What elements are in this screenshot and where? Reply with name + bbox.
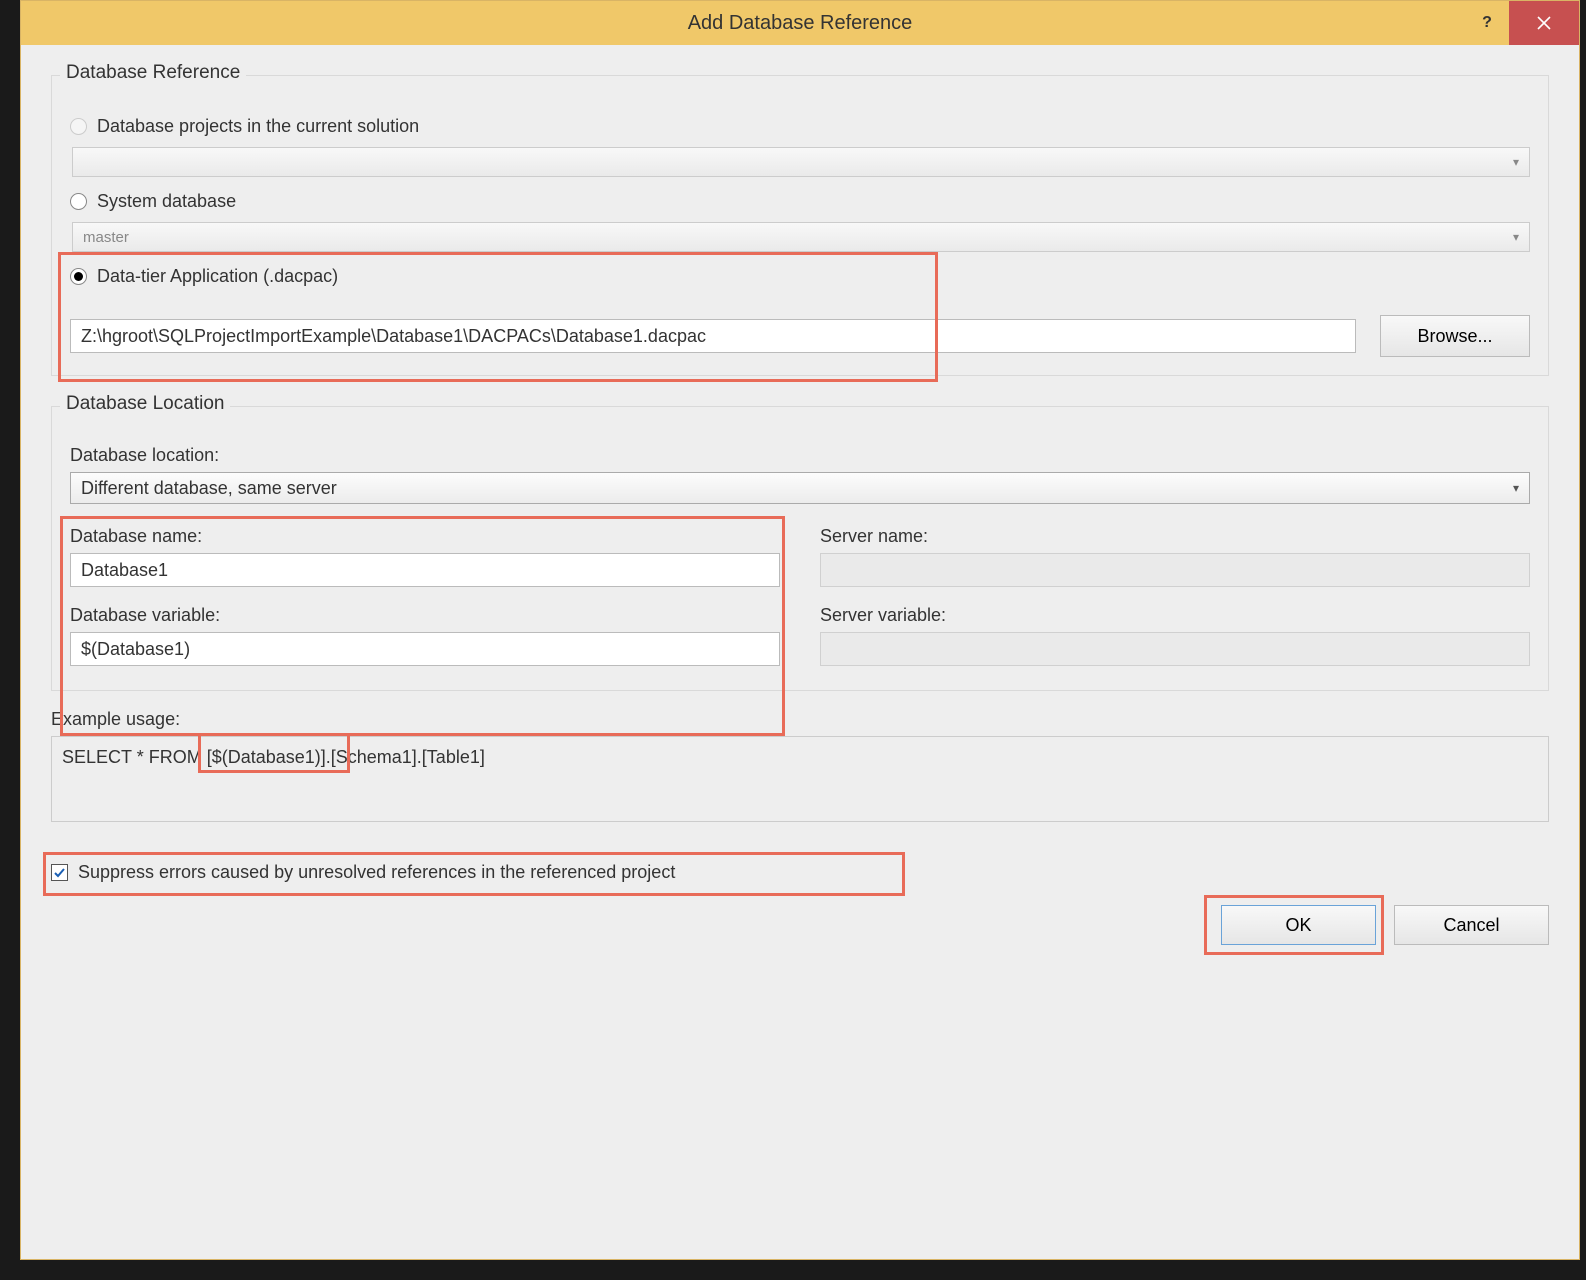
example-usage-label: Example usage: [51, 709, 1549, 730]
col-server: Server name: Server variable: [820, 526, 1530, 672]
radio-dacpac-label: Data-tier Application (.dacpac) [97, 266, 338, 287]
combo-projects: — ▾ [72, 147, 1530, 177]
dialog-title: Add Database Reference [688, 12, 913, 35]
radio-projects-label: Database projects in the current solutio… [97, 116, 419, 137]
radio-row-dacpac[interactable]: Data-tier Application (.dacpac) [70, 266, 1530, 287]
db-variable-input[interactable] [70, 632, 780, 666]
chevron-down-icon: ▾ [1513, 155, 1519, 169]
suppress-errors-label: Suppress errors caused by unresolved ref… [78, 862, 675, 883]
db-name-label: Database name: [70, 526, 780, 547]
close-icon [1537, 16, 1551, 30]
suppress-errors-row[interactable]: Suppress errors caused by unresolved ref… [51, 862, 1549, 883]
radio-projects [70, 118, 87, 135]
radio-row-system[interactable]: System database [70, 191, 1530, 212]
dialog-add-database-reference: Add Database Reference ? Database Refere… [20, 0, 1580, 1260]
server-name-label: Server name: [820, 526, 1530, 547]
combo-db-location[interactable]: Different database, same server ▾ [70, 472, 1530, 504]
combo-system-db-value: master [83, 229, 129, 246]
db-variable-label: Database variable: [70, 605, 780, 626]
db-location-label: Database location: [70, 445, 1530, 466]
cancel-button[interactable]: Cancel [1394, 905, 1549, 945]
combo-db-location-value: Different database, same server [81, 478, 337, 499]
radio-dacpac[interactable] [70, 268, 87, 285]
db-name-input[interactable] [70, 553, 780, 587]
dialog-button-row: OK Cancel [51, 905, 1549, 945]
server-name-input [820, 553, 1530, 587]
checkmark-icon [53, 866, 66, 879]
col-database: Database name: Database variable: [70, 526, 780, 672]
titlebar: Add Database Reference ? [21, 1, 1579, 45]
chevron-down-icon: ▾ [1513, 481, 1519, 495]
help-button[interactable]: ? [1465, 1, 1509, 45]
dialog-content: Database Reference Database projects in … [21, 45, 1579, 965]
dacpac-path-input[interactable] [70, 319, 1356, 353]
radio-row-projects: Database projects in the current solutio… [70, 116, 1530, 137]
combo-system-db: master ▾ [72, 222, 1530, 252]
group-database-reference: Database Reference Database projects in … [51, 75, 1549, 376]
example-usage-text: SELECT * FROM [$(Database1)].[Schema1].[… [62, 747, 485, 767]
group-database-location: Database Location Database location: Dif… [51, 406, 1549, 691]
ok-button[interactable]: OK [1221, 905, 1376, 945]
group-title-db-ref: Database Reference [60, 62, 246, 84]
close-button[interactable] [1509, 1, 1579, 45]
radio-system-label: System database [97, 191, 236, 212]
group-title-db-loc: Database Location [60, 393, 230, 415]
radio-system[interactable] [70, 193, 87, 210]
example-usage-area: SELECT * FROM [$(Database1)].[Schema1].[… [51, 736, 1549, 822]
browse-button[interactable]: Browse... [1380, 315, 1530, 357]
suppress-errors-checkbox[interactable] [51, 864, 68, 881]
server-variable-label: Server variable: [820, 605, 1530, 626]
chevron-down-icon: ▾ [1513, 230, 1519, 244]
server-variable-input [820, 632, 1530, 666]
titlebar-controls: ? [1465, 1, 1579, 45]
